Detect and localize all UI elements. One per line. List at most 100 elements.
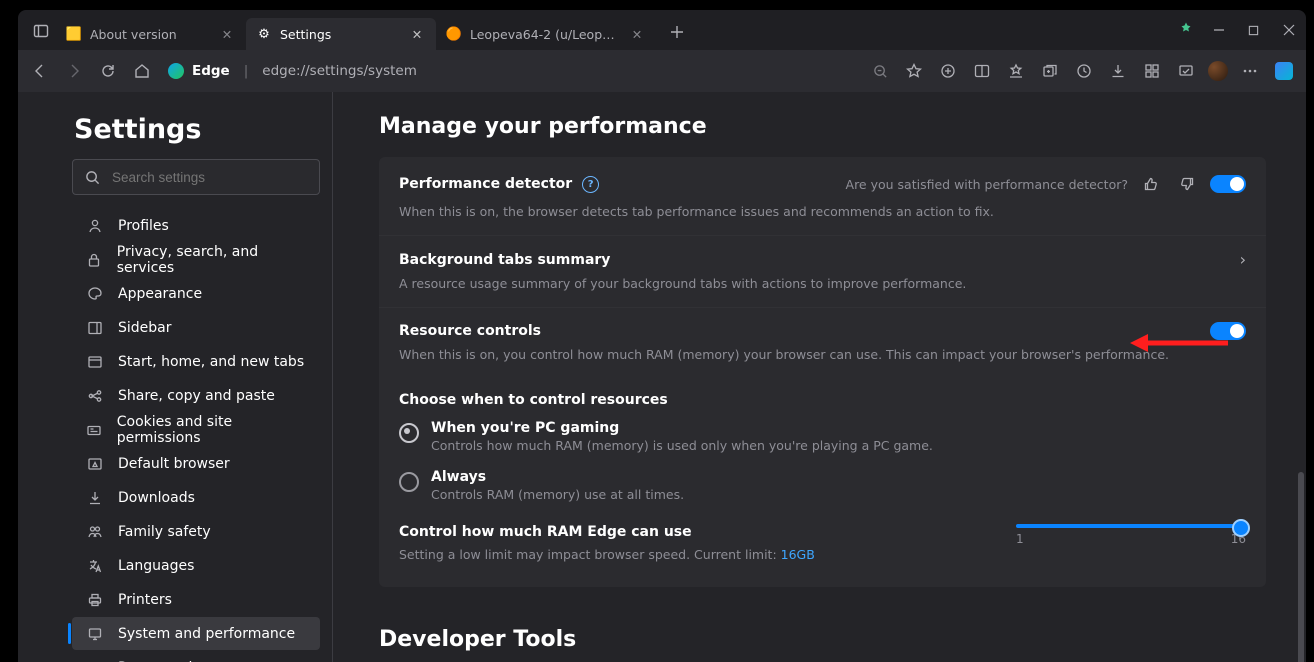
zoom-icon[interactable]	[864, 55, 896, 87]
radio-always[interactable]: Always Controls RAM (memory) use at all …	[379, 461, 1266, 510]
nav-family[interactable]: Family safety	[72, 515, 320, 548]
collections-icon[interactable]	[1034, 55, 1066, 87]
thumbs-down-icon[interactable]	[1174, 171, 1200, 197]
row-background-tabs[interactable]: Background tabs summary › A resource usa…	[379, 235, 1266, 307]
nav-reset[interactable]: Reset settings	[72, 651, 320, 662]
slider-title: Control how much RAM Edge can use	[399, 524, 986, 540]
nav-default-browser[interactable]: Default browser	[72, 447, 320, 480]
performance-detector-toggle[interactable]	[1210, 175, 1246, 193]
ram-slider[interactable]: 1 16	[1016, 524, 1246, 546]
subsection-choose: Choose when to control resources	[379, 378, 1266, 412]
tab-reddit-user[interactable]: 🟠 Leopeva64-2 (u/Leopeva64-2) - ✕	[436, 18, 656, 50]
nav-cookies[interactable]: Cookies and site permissions	[72, 413, 320, 446]
nav-label: Languages	[118, 558, 194, 574]
thumbs-up-icon[interactable]	[1138, 171, 1164, 197]
performance-panel: Performance detector ? Are you satisfied…	[379, 157, 1266, 587]
nav-label: Downloads	[118, 490, 195, 506]
nav-label: Privacy, search, and services	[117, 244, 306, 276]
apps-icon[interactable]	[1136, 55, 1168, 87]
languages-icon	[86, 557, 104, 575]
maximize-button[interactable]	[1236, 16, 1271, 44]
chevron-right-icon: ›	[1240, 250, 1246, 269]
nav-share[interactable]: Share, copy and paste	[72, 379, 320, 412]
browser-window: 🟨 About version ✕ ⚙ Settings ✕ 🟠 Leopeva…	[18, 10, 1306, 662]
nav-label: Profiles	[118, 218, 169, 234]
settings-sidebar: Settings Profiles Privacy, search, and s…	[18, 92, 333, 662]
address-bar[interactable]: Edge | edge://settings/system	[168, 63, 417, 79]
close-icon[interactable]: ✕	[408, 25, 426, 43]
current-limit-link[interactable]: 16GB	[781, 547, 815, 562]
radio-desc: Controls how much RAM (memory) is used o…	[431, 438, 933, 453]
profile-icon[interactable]	[1204, 55, 1232, 87]
row-desc: When this is on, the browser detects tab…	[399, 203, 1246, 221]
refresh-button[interactable]	[92, 55, 124, 87]
lock-icon	[86, 251, 103, 269]
nav-downloads[interactable]: Downloads	[72, 481, 320, 514]
survey-text: Are you satisfied with performance detec…	[846, 177, 1128, 192]
favorite-icon[interactable]	[898, 55, 930, 87]
share-icon	[86, 387, 104, 405]
row-desc: When this is on, you control how much RA…	[399, 346, 1246, 364]
window-controls	[1171, 10, 1306, 50]
profile-icon	[86, 217, 104, 235]
wallet-icon[interactable]	[1171, 16, 1201, 44]
downloads-icon[interactable]	[1102, 55, 1134, 87]
close-icon[interactable]: ✕	[218, 25, 236, 43]
extensions-icon[interactable]	[932, 55, 964, 87]
nav-start[interactable]: Start, home, and new tabs	[72, 345, 320, 378]
new-tab-button[interactable]	[662, 17, 692, 47]
nav-label: Default browser	[118, 456, 230, 472]
scrollbar[interactable]	[1298, 472, 1304, 662]
copilot-icon[interactable]	[1268, 55, 1300, 87]
more-icon[interactable]	[1234, 55, 1266, 87]
slider-min: 1	[1016, 532, 1024, 546]
nav-label: Family safety	[118, 524, 211, 540]
nav-languages[interactable]: Languages	[72, 549, 320, 582]
nav-label: Sidebar	[118, 320, 172, 336]
resource-controls-toggle[interactable]	[1210, 322, 1246, 340]
printer-icon	[86, 591, 104, 609]
home-button[interactable]	[126, 55, 158, 87]
slider-thumb[interactable]	[1232, 519, 1250, 537]
gear-icon: ⚙	[256, 26, 272, 42]
address-sep: |	[244, 63, 249, 79]
cookies-icon	[86, 421, 103, 439]
tab-favicon: 🟠	[446, 26, 462, 42]
nav-sidebar[interactable]: Sidebar	[72, 311, 320, 344]
close-window-button[interactable]	[1271, 16, 1306, 44]
toolbar: Edge | edge://settings/system	[18, 50, 1306, 92]
address-proto: Edge	[192, 63, 230, 79]
radio-button[interactable]	[399, 423, 419, 443]
minimize-button[interactable]	[1201, 16, 1236, 44]
nav-privacy[interactable]: Privacy, search, and services	[72, 243, 320, 276]
tab-about-version[interactable]: 🟨 About version ✕	[56, 18, 246, 50]
close-icon[interactable]: ✕	[628, 25, 646, 43]
tab-actions-button[interactable]	[26, 16, 56, 46]
forward-button[interactable]	[58, 55, 90, 87]
nav-printers[interactable]: Printers	[72, 583, 320, 616]
split-screen-icon[interactable]	[966, 55, 998, 87]
nav-profiles[interactable]: Profiles	[72, 209, 320, 242]
radio-title: Always	[431, 469, 684, 485]
info-icon[interactable]: ?	[582, 176, 599, 193]
search-field[interactable]	[110, 169, 307, 186]
nav-label: Appearance	[118, 286, 202, 302]
nav-system-performance[interactable]: System and performance	[72, 617, 320, 650]
browser-essentials-icon[interactable]	[1170, 55, 1202, 87]
tab-favicon: 🟨	[66, 26, 82, 42]
back-button[interactable]	[24, 55, 56, 87]
section-heading: Manage your performance	[379, 114, 1266, 139]
radio-button[interactable]	[399, 472, 419, 492]
nav-label: Cookies and site permissions	[117, 414, 306, 446]
tab-title: Settings	[280, 27, 400, 42]
radio-pc-gaming[interactable]: When you're PC gaming Controls how much …	[379, 412, 1266, 461]
nav-appearance[interactable]: Appearance	[72, 277, 320, 310]
row-desc: A resource usage summary of your backgro…	[399, 275, 1246, 293]
search-icon	[85, 170, 100, 185]
favorites-list-icon[interactable]	[1000, 55, 1032, 87]
history-icon[interactable]	[1068, 55, 1100, 87]
tab-settings[interactable]: ⚙ Settings ✕	[246, 18, 436, 50]
row-title: Resource controls	[399, 323, 541, 339]
nav-label: Share, copy and paste	[118, 388, 275, 404]
search-input[interactable]	[72, 159, 320, 195]
